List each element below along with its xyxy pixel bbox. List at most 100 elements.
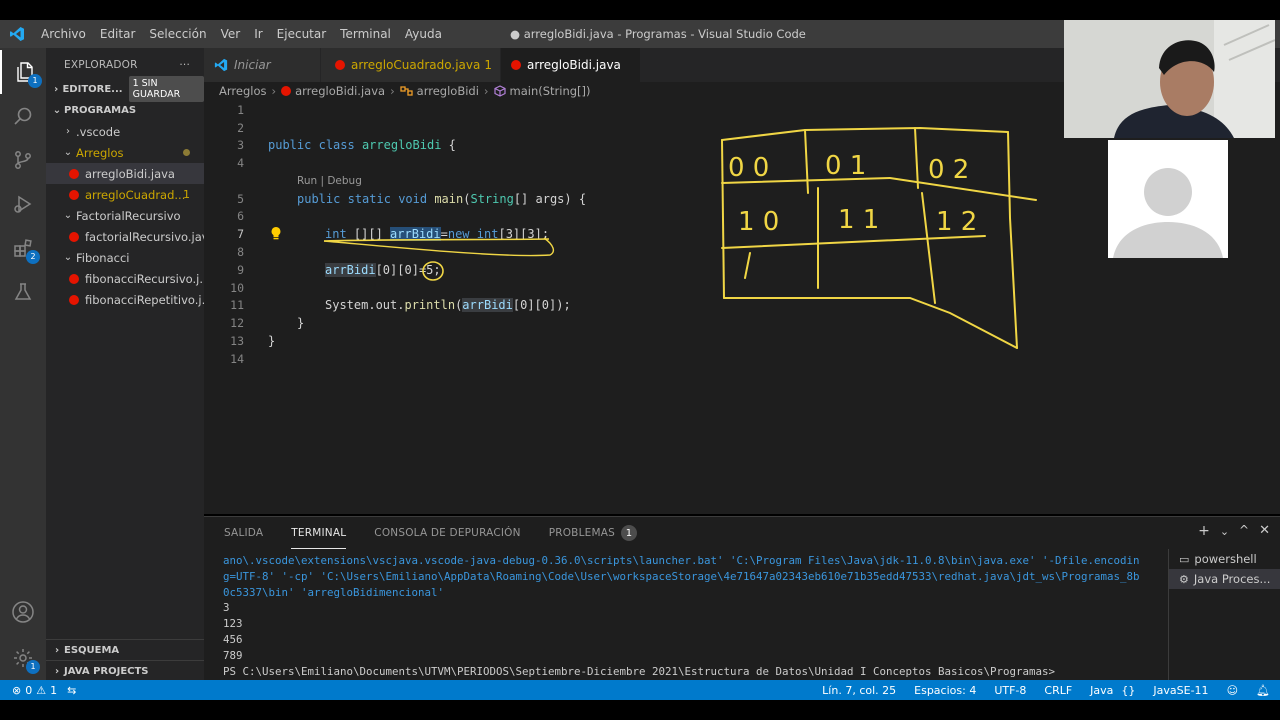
source-control-icon[interactable] (0, 138, 46, 182)
encoding[interactable]: UTF-8 (994, 684, 1026, 697)
tree-label: Arreglos (76, 145, 124, 160)
new-terminal-plus-icon[interactable]: + (1198, 523, 1210, 539)
outline-section[interactable]: › ESQUEMA (46, 639, 204, 661)
chevron-right-icon: › (54, 645, 60, 656)
menu-ayuda[interactable]: Ayuda (398, 20, 449, 48)
java-error-icon (69, 168, 79, 179)
terminal-item-powershell[interactable]: ▭ powershell (1169, 549, 1280, 569)
drawn-cell-12: 1 2 (936, 207, 977, 237)
breadcrumb-method[interactable]: main(String[]) (510, 84, 591, 98)
menu-archivo[interactable]: Archivo (34, 20, 93, 48)
tree-folder-vscode[interactable]: › .vscode (46, 121, 204, 142)
drawn-cell-10: 1 0 (738, 207, 779, 237)
tree-label: Fibonacci (76, 250, 130, 265)
manage-gear-icon[interactable]: 1 (0, 636, 46, 680)
chevron-down-icon: ⌄ (63, 147, 73, 158)
drawn-cell-02: 0 2 (928, 155, 969, 185)
tree-label: fibonacciRecursivo.j... (85, 271, 204, 286)
indentation[interactable]: Espacios: 4 (914, 684, 976, 697)
tree-file-fibonaccirepetitivo[interactable]: fibonacciRepetitivo.j... (46, 289, 204, 310)
explorer-icon[interactable]: 1 (0, 50, 46, 94)
menu-editar[interactable]: Editar (93, 20, 143, 48)
tree-folder-factorial[interactable]: ⌄ FactorialRecursivo (46, 205, 204, 226)
code-line-12: } (297, 316, 305, 330)
tree-file-arreglobidi[interactable]: arregloBidi.java (46, 163, 204, 184)
java-error-icon (69, 231, 79, 242)
letterbox-bottom (0, 700, 1280, 720)
tree-label: factorialRecursivo.java (85, 229, 204, 244)
tab-arreglocuadrado[interactable]: arregloCuadrado.java 1 (321, 48, 501, 82)
outline-label: ESQUEMA (64, 645, 120, 656)
panel-tab-terminal[interactable]: TERMINAL (291, 517, 347, 549)
tree-file-arreglocuadrado[interactable]: arregloCuadrad... 1 (46, 184, 204, 205)
breadcrumb-file[interactable]: arregloBidi.java (295, 84, 385, 98)
run-debug-icon[interactable] (0, 182, 46, 226)
java-projects-label: JAVA PROJECTS (64, 666, 149, 677)
terminal-icon: ▭ (1179, 552, 1190, 566)
line-number: 13 (230, 334, 244, 348)
panel-tabs: SALIDA TERMINAL CONSOLA DE DEPURACIÓN PR… (204, 517, 665, 549)
line-number: 14 (230, 352, 244, 366)
account-icon[interactable] (0, 590, 46, 634)
problems-count-badge: 1 (620, 525, 637, 541)
tree-label: .vscode (76, 124, 121, 139)
maximize-panel-chevron-up-icon[interactable]: ^ (1239, 523, 1249, 539)
menu-ver[interactable]: Ver (214, 20, 248, 48)
panel-tab-problemas[interactable]: PROBLEMAS 1 (549, 517, 637, 549)
breadcrumb-folder[interactable]: Arreglos (219, 84, 266, 98)
class-icon (400, 85, 413, 97)
tab-arreglobidi[interactable]: arregloBidi.java (501, 48, 641, 82)
chevron-down-icon[interactable]: ⌄ (1220, 525, 1229, 539)
explorer-more-button[interactable]: ··· (179, 59, 190, 71)
status-left: ⊗ 0 ⚠ 1 ⇆ (0, 684, 76, 697)
java-runtime[interactable]: JavaSE-11 (1153, 684, 1208, 697)
cursor-position[interactable]: Lín. 7, col. 25 (822, 684, 896, 697)
tree-folder-arreglos[interactable]: ⌄ Arreglos (46, 142, 204, 163)
tree-folder-fibonacci[interactable]: ⌄ Fibonacci (46, 247, 204, 268)
java-projects-section[interactable]: › JAVA PROJECTS (46, 660, 204, 682)
modified-dot-icon (183, 149, 190, 156)
line-endings[interactable]: CRLF (1044, 684, 1072, 697)
code-line-11: System.out.println(arrBidi[0][0]); (325, 298, 571, 312)
problems-status[interactable]: ⊗ 0 ⚠ 1 (12, 684, 57, 697)
live-share-icon[interactable]: ⇆ (67, 684, 76, 697)
extensions-icon[interactable]: 2 (0, 226, 46, 270)
chevron-right-icon: › (271, 84, 277, 98)
tab-label: arregloBidi.java (527, 58, 621, 72)
java-error-icon (281, 86, 292, 96)
java-error-icon (69, 189, 79, 200)
workspace-section[interactable]: ⌄ PROGRAMAS (46, 99, 204, 121)
tree-file-factorialrecursivo[interactable]: factorialRecursivo.java (46, 226, 204, 247)
terminal-line: 789 (223, 648, 243, 662)
panel-tab-salida[interactable]: SALIDA (224, 517, 263, 549)
panel-tab-consola[interactable]: CONSOLA DE DEPURACIÓN (374, 517, 520, 549)
bottom-panel: SALIDA TERMINAL CONSOLA DE DEPURACIÓN PR… (204, 516, 1280, 681)
method-cube-icon (493, 85, 506, 97)
tree-label: arregloCuadrad... (85, 187, 186, 202)
testing-flask-icon[interactable] (0, 270, 46, 314)
open-editors-section[interactable]: › EDITORE... 1 SIN GUARDAR (46, 76, 204, 102)
java-error-icon (69, 273, 79, 284)
tree-file-fibonaccirecursivo[interactable]: fibonacciRecursivo.j... (46, 268, 204, 289)
notifications-bell-icon[interactable]: 🔔︎ (1256, 684, 1270, 697)
menu-ir[interactable]: Ir (247, 20, 269, 48)
chevron-right-icon: › (483, 84, 489, 98)
close-panel-icon[interactable]: ✕ (1259, 523, 1270, 539)
chevron-right-icon: › (54, 666, 60, 677)
panel-actions: + ⌄ ^ ✕ (1198, 523, 1270, 539)
terminal-output[interactable]: ano\.vscode\extensions\vscjava.vscode-ja… (223, 553, 1163, 679)
search-icon[interactable] (0, 94, 46, 138)
breadcrumb-class[interactable]: arregloBidi (417, 84, 479, 98)
menu-terminal[interactable]: Terminal (333, 20, 398, 48)
line-number: 11 (230, 298, 244, 312)
menu-seleccion[interactable]: Selección (142, 20, 213, 48)
menu-ejecutar[interactable]: Ejecutar (270, 20, 334, 48)
terminal-line: 3 (223, 601, 230, 615)
tab-iniciar[interactable]: Iniciar (204, 48, 321, 82)
terminal-line: 123 (223, 617, 243, 631)
language-mode[interactable]: Java {} (1090, 684, 1135, 697)
feedback-icon[interactable]: ☺ (1227, 684, 1238, 697)
terminal-list: ▭ powershell ⚙ Java Proces... (1168, 549, 1280, 681)
terminal-item-java[interactable]: ⚙ Java Proces... (1169, 569, 1280, 589)
terminal-item-label: powershell (1194, 552, 1257, 566)
